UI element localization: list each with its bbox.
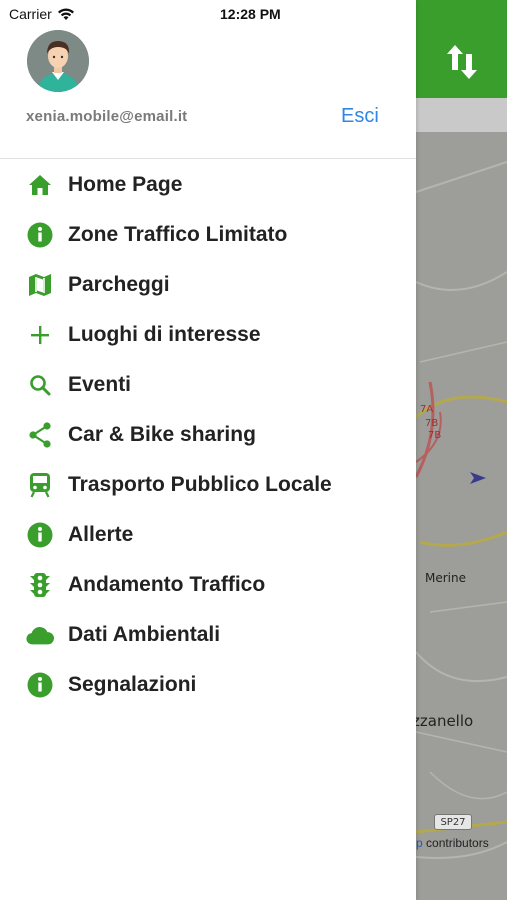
status-bar: Carrier 12:28 PM <box>0 0 416 28</box>
home-icon <box>26 171 54 199</box>
user-email: xenia.mobile@email.it <box>26 108 188 125</box>
map-town-label-zzanello: zzanello <box>412 712 474 730</box>
wifi-icon <box>57 8 74 20</box>
status-time: 12:28 PM <box>220 6 281 22</box>
header-divider <box>0 158 416 159</box>
menu-item-label: Home Page <box>68 173 183 196</box>
attribution-brand[interactable]: p <box>416 836 423 850</box>
road-mark-1: 7A <box>420 404 434 415</box>
menu-item-label: Eventi <box>68 373 132 396</box>
menu-item-car-bike-sharing[interactable]: Car & Bike sharing <box>0 410 416 460</box>
menu-item-parcheggi[interactable]: Parcheggi <box>0 260 416 310</box>
attribution-text: contributors <box>422 836 489 850</box>
menu-item-trasporto-pubblico-locale[interactable]: Trasporto Pubblico Locale <box>0 460 416 510</box>
menu-item-label: Zone Traffico Limitato <box>68 223 288 246</box>
logout-button[interactable]: Esci <box>341 105 379 128</box>
menu-item-dati-ambientali[interactable]: Dati Ambientali <box>0 610 416 660</box>
menu-item-label: Andamento Traffico <box>68 573 266 596</box>
search-icon <box>26 371 54 399</box>
menu-item-allerte[interactable]: Allerte <box>0 510 416 560</box>
user-avatar-illustration <box>27 30 89 92</box>
menu-item-segnalazioni[interactable]: Segnalazioni <box>0 660 416 710</box>
drawer-menu: Home Page Zone Traffico Limitato Parcheg… <box>0 160 416 710</box>
menu-item-label: Dati Ambientali <box>68 623 221 646</box>
menu-item-label: Parcheggi <box>68 273 170 296</box>
info-icon <box>26 521 54 549</box>
share-icon <box>26 421 54 449</box>
road-mark-3: 7B <box>428 430 442 441</box>
cloud-icon <box>26 621 54 649</box>
map-icon <box>26 271 54 299</box>
info-icon <box>26 671 54 699</box>
map-attribution[interactable]: p contributors <box>416 836 489 850</box>
map-town-label-merine: Merine <box>425 571 466 585</box>
plus-icon <box>26 321 54 349</box>
swap-direction-button[interactable] <box>440 40 484 84</box>
side-drawer: Carrier 12:28 PM xenia.mobile@email.it E… <box>0 0 416 900</box>
menu-item-luoghi-di-interesse[interactable]: Luoghi di interesse <box>0 310 416 360</box>
info-icon <box>26 221 54 249</box>
carrier-info: Carrier <box>9 6 75 22</box>
menu-item-label: Allerte <box>68 523 134 546</box>
menu-item-eventi[interactable]: Eventi <box>0 360 416 410</box>
menu-item-zone-traffico-limitato[interactable]: Zone Traffico Limitato <box>0 210 416 260</box>
road-badge: SP27 <box>434 814 472 830</box>
user-avatar[interactable] <box>27 30 89 92</box>
menu-item-label: Car & Bike sharing <box>68 423 256 446</box>
menu-item-home-page[interactable]: Home Page <box>0 160 416 210</box>
menu-item-label: Trasporto Pubblico Locale <box>68 473 332 496</box>
menu-item-andamento-traffico[interactable]: Andamento Traffico <box>0 560 416 610</box>
swap-arrows-icon <box>447 45 477 79</box>
menu-item-label: Segnalazioni <box>68 673 197 696</box>
carrier-label: Carrier <box>9 6 52 22</box>
train-icon <box>26 471 54 499</box>
road-mark-2: 7B <box>425 418 439 429</box>
menu-item-label: Luoghi di interesse <box>68 323 261 346</box>
traffic-light-icon <box>26 571 54 599</box>
